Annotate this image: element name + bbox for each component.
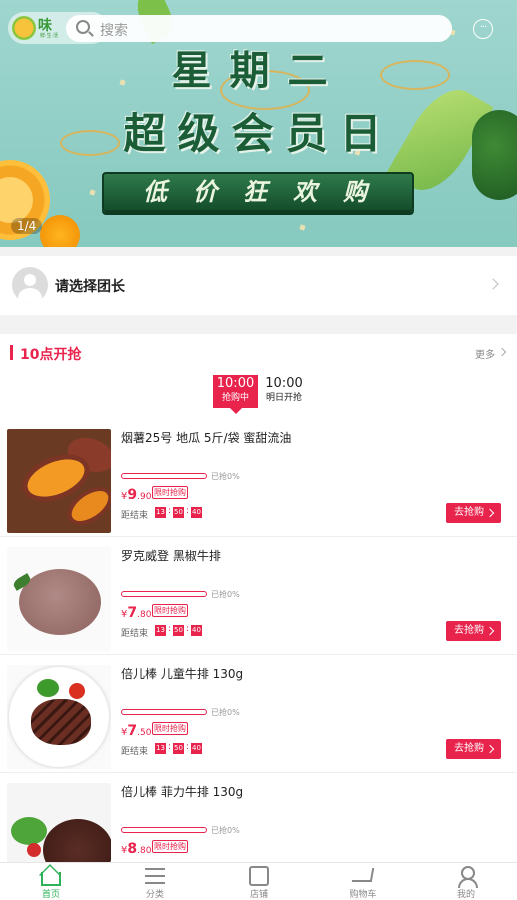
confetti (299, 224, 306, 231)
select-leader-row[interactable]: 请选择团长 (0, 256, 517, 315)
product-name: 烟薯25号 地瓜 5斤/袋 蜜甜流油 (121, 431, 292, 445)
section-marker (10, 345, 13, 360)
buy-now-button[interactable]: 去抢购 (446, 739, 501, 759)
tab-status: 明日开抢 (265, 393, 302, 403)
product-price: ¥7.50 (121, 723, 152, 739)
nav-item-me[interactable]: 我的 (436, 863, 496, 900)
more-link[interactable]: 更多 (475, 346, 495, 361)
progress-bar (121, 827, 207, 833)
nav-label: 首页 (41, 890, 60, 900)
countdown-colon: : (186, 506, 190, 516)
countdown-minutes: 50 (173, 507, 184, 518)
product-name: 倍儿棒 菲力牛排 130g (121, 785, 244, 799)
flash-badge: 限时抢购 (152, 486, 188, 499)
list-icon (145, 868, 165, 884)
progress-bar (121, 709, 207, 715)
nav-item-home[interactable]: 首页 (21, 863, 81, 900)
countdown-colon: : (168, 624, 172, 634)
flash-badge: 限时抢购 (152, 604, 188, 617)
countdown-colon: : (186, 742, 190, 752)
store-icon (249, 866, 269, 886)
countdown-seconds: 40 (191, 507, 202, 518)
product-card[interactable]: 烟薯25号 地瓜 5斤/袋 蜜甜流油 已抢0% ¥9.90 限时抢购 距结束 1… (0, 419, 517, 537)
flash-badge: 限时抢购 (152, 722, 188, 735)
sold-percent: 已抢0% (211, 590, 240, 599)
sold-percent: 已抢0% (211, 472, 240, 481)
sold-percent: 已抢0% (211, 708, 240, 717)
countdown-label: 距结束 (121, 747, 149, 757)
tab-time: 10:00 (265, 376, 303, 391)
product-image[interactable] (7, 665, 111, 769)
product-image[interactable] (7, 783, 111, 864)
countdown-seconds: 40 (191, 743, 202, 754)
banner-line-3: 低价狂欢购 (102, 172, 414, 212)
chevron-right-icon[interactable] (497, 347, 507, 357)
nav-label: 店铺 (249, 890, 268, 900)
tab-status: 抢购中 (221, 393, 249, 403)
countdown-hours: 13 (155, 743, 166, 754)
orange-decoration (40, 215, 80, 247)
product-card[interactable]: 倍儿棒 菲力牛排 130g 已抢0% ¥8.80 限时抢购 (0, 773, 517, 864)
tab-time: 10:00 (216, 376, 255, 391)
nav-item-category[interactable]: 分类 (125, 863, 185, 900)
chevron-right-icon (487, 278, 499, 290)
countdown-minutes: 50 (173, 743, 184, 754)
countdown-label: 距结束 (121, 629, 149, 639)
select-leader-label: 请选择团长 (55, 279, 125, 295)
product-card[interactable]: 倍儿棒 儿童牛排 130g 已抢0% ¥7.50 限时抢购 距结束 13 : 5… (0, 655, 517, 773)
tab-1000-active[interactable]: 10:00 抢购中 (213, 375, 258, 414)
product-name: 罗克威登 黑椒牛排 (121, 549, 221, 563)
countdown-label: 距结束 (121, 511, 149, 521)
countdown-minutes: 50 (173, 625, 184, 636)
product-image[interactable] (7, 429, 111, 533)
product-image[interactable] (7, 547, 111, 651)
countdown-colon: : (168, 506, 172, 516)
logo-icon (12, 16, 36, 40)
product-price: ¥7.80 (121, 605, 152, 621)
nav-item-store[interactable]: 店铺 (229, 863, 289, 900)
countdown-colon: : (168, 742, 172, 752)
product-name: 倍儿棒 儿童牛排 130g (121, 667, 244, 681)
banner-pager: 1/4 (11, 218, 43, 234)
product-price: ¥8.80 (121, 841, 152, 857)
user-icon (456, 866, 478, 888)
countdown-hours: 13 (155, 507, 166, 518)
product-price: ¥9.90 (121, 487, 152, 503)
home-icon (41, 872, 61, 886)
bottom-nav: 首页 分类 店铺 购物车 我的 (0, 862, 517, 900)
banner-line-2: 超级会员日 (123, 109, 394, 158)
flash-sale-section: 10点开抢 更多 10:00 抢购中 10:00 明日开抢 烟薯25号 地瓜 5… (0, 334, 517, 864)
countdown-hours: 13 (155, 625, 166, 636)
countdown-colon: : (186, 624, 190, 634)
countdown-seconds: 40 (191, 625, 202, 636)
cart-icon (351, 868, 375, 882)
section-title: 10点开抢 (20, 347, 82, 363)
search-icon (76, 20, 90, 34)
progress-bar (121, 591, 207, 597)
sold-percent: 已抢0% (211, 826, 240, 835)
search-input[interactable]: 搜索 (100, 20, 128, 40)
nav-label: 分类 (145, 890, 164, 900)
product-card[interactable]: 罗克威登 黑椒牛排 已抢0% ¥7.80 限时抢购 距结束 13 : 50 : … (0, 537, 517, 655)
nav-label: 我的 (456, 890, 475, 900)
flash-badge: 限时抢购 (152, 840, 188, 853)
tab-1000-tomorrow[interactable]: 10:00 明日开抢 (262, 375, 306, 405)
nav-item-cart[interactable]: 购物车 (333, 863, 393, 900)
message-icon[interactable]: ··· (473, 19, 493, 39)
buy-now-button[interactable]: 去抢购 (446, 621, 501, 641)
confetti (89, 189, 96, 196)
search-bar[interactable]: 搜索 (66, 15, 452, 42)
progress-bar (121, 473, 207, 479)
avatar (12, 267, 48, 303)
logo-subtext: 鲜·生·活 (40, 33, 59, 39)
banner-line-1: 星期二 (171, 47, 346, 94)
nav-label: 购物车 (349, 890, 377, 900)
buy-now-button[interactable]: 去抢购 (446, 503, 501, 523)
